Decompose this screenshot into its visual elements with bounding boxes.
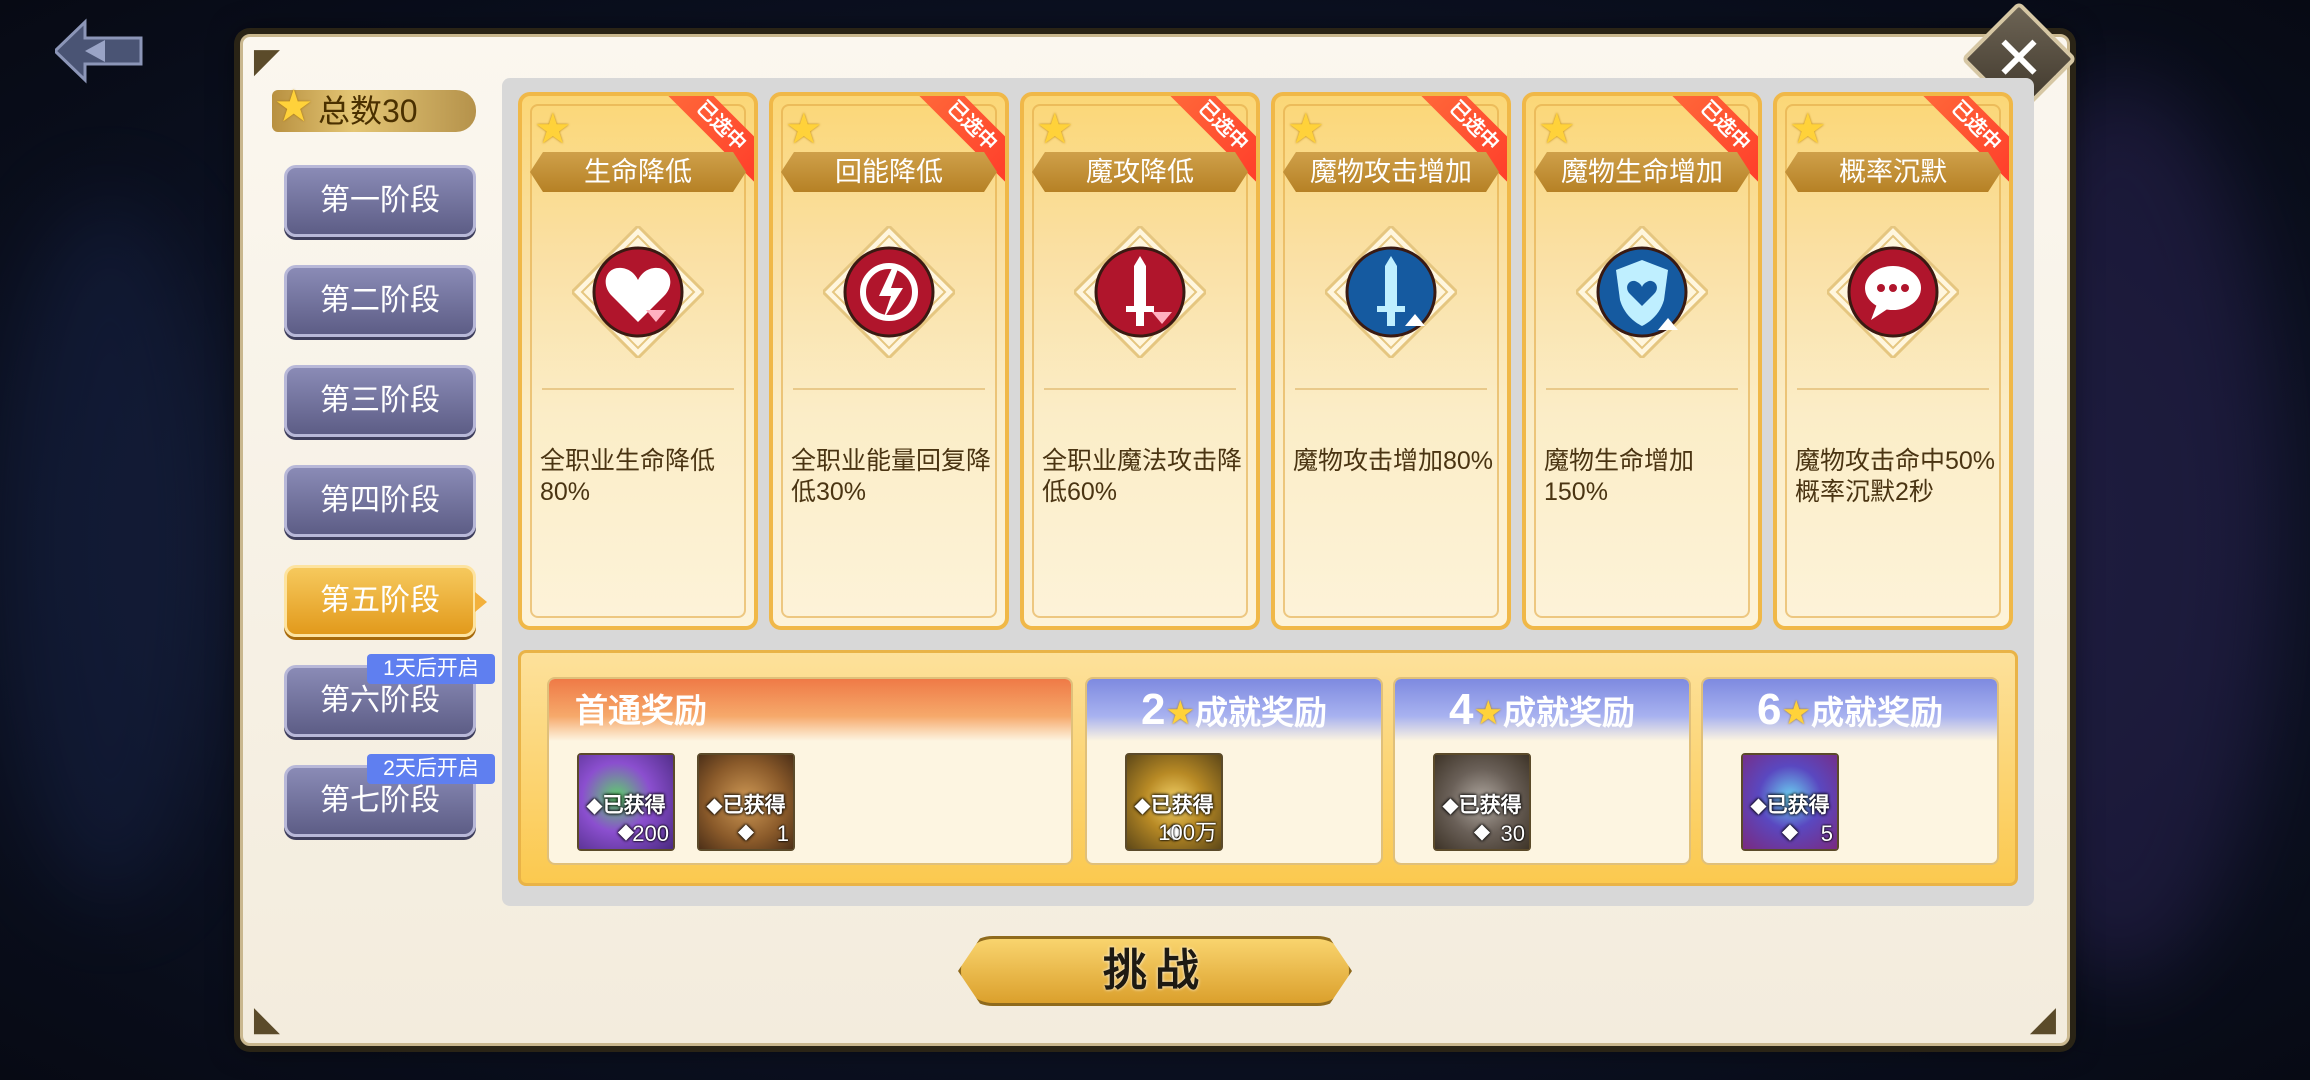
stage-label: 第四阶段 — [320, 484, 440, 517]
achievement-reward-title: 4★成就奖励 — [1395, 679, 1689, 741]
star-icon: ★ — [1538, 105, 1576, 152]
card-divider — [1797, 388, 1989, 390]
star-requirement: 2 — [1140, 685, 1166, 734]
item-quantity: 1 — [776, 821, 789, 846]
stage-label: 第七阶段 — [320, 784, 440, 817]
modifier-card[interactable]: ★ 已选中 概率沉默 魔物攻击命中50%概率沉默2秒 — [1773, 92, 2013, 630]
card-divider — [542, 388, 734, 390]
reward-item[interactable]: ◆已获得◆ 30 — [1433, 753, 1531, 851]
item-quantity: 30 — [1500, 821, 1525, 846]
achievement-reward-box-2: 2★成就奖励 ◆已获得◆ 100万 — [1085, 677, 1383, 865]
achievement-reward-box-6: 6★成就奖励 ◆已获得◆ 5 — [1701, 677, 1999, 865]
total-star-count: ★ 总数30 — [272, 85, 476, 132]
modifier-card[interactable]: ★ 已选中 魔物攻击增加 魔物攻击增加80% — [1271, 92, 1511, 630]
star-requirement: 6 — [1756, 685, 1782, 734]
stage-tab-4[interactable]: 第四阶段 — [284, 465, 476, 537]
achievement-reward-title: 6★成就奖励 — [1703, 679, 1997, 741]
star-icon: ★ — [1287, 105, 1325, 152]
total-label: 总数30 — [318, 93, 418, 129]
star-icon: ★ — [1789, 105, 1827, 152]
item-quantity: 5 — [1820, 821, 1833, 846]
shield-up-icon — [1576, 226, 1708, 358]
star-icon: ★ — [1473, 694, 1504, 731]
unlock-countdown-badge: 1天后开启 — [367, 654, 495, 684]
modifier-name: 概率沉默 — [1785, 152, 2001, 192]
item-quantity: 100万 — [1158, 820, 1217, 845]
star-icon: ★ — [785, 105, 823, 152]
star-icon: ★ — [1036, 105, 1074, 152]
stage-label: 第一阶段 — [320, 184, 440, 217]
modifier-name: 魔物攻击增加 — [1283, 152, 1499, 192]
card-divider — [1044, 388, 1236, 390]
modifier-card[interactable]: ★ 已选中 魔攻降低 全职业魔法攻击降低60% — [1020, 92, 1260, 630]
modifier-description: 魔物攻击命中50%概率沉默2秒 — [1795, 447, 1996, 506]
modifier-name: 生命降低 — [530, 152, 746, 192]
modifier-card[interactable]: ★ 已选中 生命降低 全职业生命降低80% — [518, 92, 758, 630]
heart-down-icon — [572, 226, 704, 358]
modifier-description: 全职业能量回复降低30% — [791, 447, 992, 506]
modifier-name: 魔物生命增加 — [1534, 152, 1750, 192]
card-divider — [793, 388, 985, 390]
corner-ornament-icon: ◢ — [2029, 1000, 2057, 1038]
modifier-description: 魔物攻击增加80% — [1293, 447, 1494, 475]
star-requirement: 4 — [1448, 685, 1474, 734]
card-divider — [1295, 388, 1487, 390]
star-icon: ★ — [274, 82, 314, 131]
achievement-reward-box-4: 4★成就奖励 ◆已获得◆ 30 — [1393, 677, 1691, 865]
stage-tab-5[interactable]: 第五阶段 — [284, 565, 487, 637]
card-divider — [1546, 388, 1738, 390]
stage-label: 第六阶段 — [320, 684, 440, 717]
achievement-title-label: 成就奖励 — [1195, 694, 1328, 731]
reward-item[interactable]: ◆已获得◆ 1 — [697, 753, 795, 851]
sword-up-icon — [1325, 226, 1457, 358]
modifier-name: 魔攻降低 — [1032, 152, 1248, 192]
reward-item[interactable]: ◆已获得◆ 5 — [1741, 753, 1839, 851]
achievement-title-label: 成就奖励 — [1811, 694, 1944, 731]
stage-tab-7[interactable]: 第七阶段 2天后开启 — [284, 754, 495, 837]
stage-label: 第三阶段 — [320, 384, 440, 417]
back-arrow-icon — [52, 18, 143, 84]
stage-tab-2[interactable]: 第二阶段 — [284, 265, 476, 337]
reward-panel: 首通奖励 ◆已获得◆ 200 ◆已获得◆ 1 2★成就奖励 ◆已获得◆ 100万… — [518, 650, 2018, 886]
modifier-description: 魔物生命增加150% — [1544, 447, 1695, 506]
achievement-title-label: 成就奖励 — [1503, 694, 1636, 731]
first-clear-reward-title: 首通奖励 — [549, 679, 1071, 741]
stage-tab-6[interactable]: 第六阶段 1天后开启 — [284, 654, 495, 737]
reward-item[interactable]: ◆已获得◆ 100万 — [1125, 753, 1223, 851]
item-quantity: 200 — [632, 821, 669, 846]
modifier-card[interactable]: ★ 已选中 回能降低 全职业能量回复降低30% — [769, 92, 1009, 630]
stage-label: 第二阶段 — [320, 284, 440, 317]
challenge-button[interactable]: 挑战 — [958, 936, 1352, 1006]
first-clear-reward-box: 首通奖励 ◆已获得◆ 200 ◆已获得◆ 1 — [547, 677, 1073, 865]
silence-bubble-icon — [1827, 226, 1959, 358]
reward-item[interactable]: ◆已获得◆ 200 — [577, 753, 675, 851]
modifier-description: 全职业魔法攻击降低60% — [1042, 447, 1243, 506]
star-icon: ★ — [1781, 694, 1812, 731]
star-icon: ★ — [534, 105, 572, 152]
modifier-card[interactable]: ★ 已选中 魔物生命增加 魔物生命增加150% — [1522, 92, 1762, 630]
sword-down-icon — [1074, 226, 1206, 358]
back-button[interactable] — [52, 18, 145, 84]
corner-ornament-icon: ◣ — [253, 1000, 281, 1038]
corner-ornament-icon: ◤ — [253, 42, 281, 80]
star-icon: ★ — [1165, 694, 1196, 731]
stage-tab-1[interactable]: 第一阶段 — [284, 165, 476, 237]
modifier-name: 回能降低 — [781, 152, 997, 192]
unlock-countdown-badge: 2天后开启 — [367, 754, 495, 784]
energy-down-icon — [823, 226, 955, 358]
stage-tab-3[interactable]: 第三阶段 — [284, 365, 476, 437]
achievement-reward-title: 2★成就奖励 — [1087, 679, 1381, 741]
modifier-description: 全职业生命降低80% — [540, 447, 716, 506]
stage-label: 第五阶段 — [320, 584, 440, 617]
